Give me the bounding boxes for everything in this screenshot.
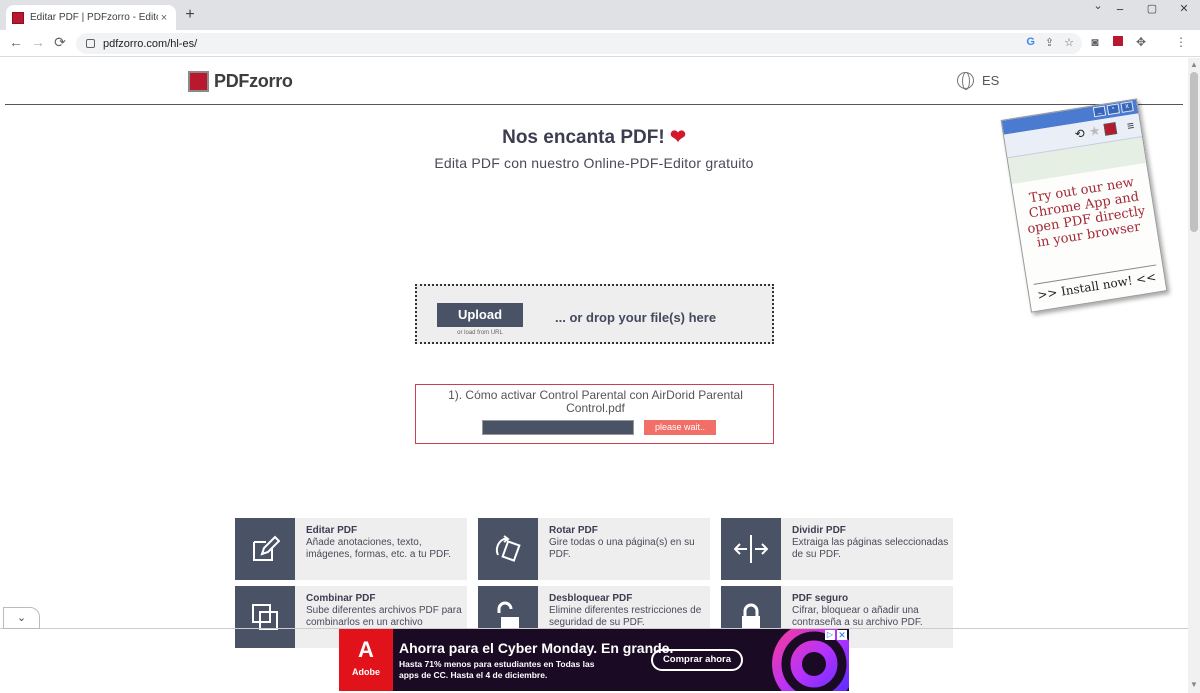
adobe-a-icon: A [358, 637, 374, 662]
google-icon[interactable]: G [1026, 36, 1035, 49]
tool-rotar-pdf[interactable]: Rotar PDF Gire todas o una página(s) en … [478, 518, 710, 580]
adobe-logo: A Adobe [339, 629, 393, 691]
pdfzorro-extension-icon[interactable] [1110, 35, 1126, 49]
creative-cloud-art-icon [772, 629, 849, 691]
adobe-ad-banner[interactable]: A Adobe Ahorra para el Cyber Monday. En … [339, 629, 849, 691]
scroll-down-icon[interactable]: ▼ [1190, 680, 1198, 689]
tool-title: Rotar PDF [549, 525, 598, 536]
menu-icon: ≡ [1126, 118, 1136, 134]
sync-icon: ⟲ [1073, 126, 1086, 142]
ad-info-icon[interactable]: ▷ [825, 630, 835, 640]
tab-close-icon[interactable]: × [158, 12, 170, 24]
install-now-link[interactable]: >> Install now! << [1033, 264, 1160, 303]
rotate-icon [478, 518, 538, 580]
logo-square-icon [188, 71, 209, 92]
promo-close-icon: x [1120, 101, 1134, 113]
edit-pencil-icon [235, 518, 295, 580]
header-divider [5, 104, 1183, 105]
camera-icon[interactable]: ◙ [1087, 35, 1103, 49]
heart-icon: ❤ [669, 127, 686, 148]
lock-icon [86, 39, 95, 48]
ad-title: Ahorra para el Cyber Monday. En grande. [399, 640, 674, 656]
more-menu-icon[interactable]: ⋮ [1173, 35, 1189, 49]
tool-description: Gire todas o una página(s) en su PDF. [549, 537, 695, 560]
browser-tab[interactable]: Editar PDF | PDFzorro - Editor de × [6, 5, 176, 30]
tab-title: Editar PDF | PDFzorro - Editor de [30, 12, 158, 23]
merge-icon [235, 586, 295, 648]
tool-title: Desbloquear PDF [549, 593, 633, 604]
page-content: PDFzorro ES Nos encanta PDF! ❤ Edita PDF… [0, 58, 1188, 693]
ad-description: Hasta 71% menos para estudiantes en Toda… [399, 659, 595, 680]
adobe-brand: Adobe [352, 667, 380, 677]
star-icon: ★ [1087, 122, 1102, 140]
forward-button[interactable]: → [29, 34, 47, 50]
buy-now-button[interactable]: Comprar ahora [651, 649, 743, 671]
tool-title: PDF seguro [792, 593, 849, 604]
bookmark-star-icon[interactable]: ☆ [1064, 36, 1074, 49]
tool-title: Combinar PDF [306, 593, 376, 604]
pdfzorro-app-icon [1103, 122, 1118, 136]
maximize-button[interactable]: ▢ [1140, 2, 1164, 15]
promo-minimize-icon: _ [1092, 105, 1107, 118]
url-text: pdfzorro.com/hl-es/ [103, 37, 198, 50]
url-input[interactable]: pdfzorro.com/hl-es/ G ⇪ ☆ [76, 33, 1082, 54]
logo-text: PDFzorro [214, 71, 293, 91]
globe-icon [957, 72, 974, 90]
tool-description: Extraiga las páginas seleccionadas de su… [792, 537, 949, 560]
uploaded-file-card: 1). Cómo activar Control Parental con Ai… [415, 384, 774, 444]
minimize-button[interactable]: − [1108, 2, 1132, 17]
ad-close-icon[interactable]: ✕ [837, 630, 847, 640]
address-bar: ← → ⟳ pdfzorro.com/hl-es/ G ⇪ ☆ ◙ ✥ ⋮ [0, 30, 1200, 81]
collapse-ad-button[interactable]: ⌄ [3, 607, 40, 629]
new-tab-button[interactable]: + [181, 6, 199, 24]
scrollbar-thumb[interactable] [1190, 72, 1198, 232]
back-button[interactable]: ← [7, 34, 25, 50]
load-from-url-link[interactable]: or load from URL [437, 330, 523, 336]
upload-button[interactable]: Upload [437, 303, 523, 327]
pdfzorro-logo[interactable]: PDFzorro [188, 71, 293, 92]
hero-title-text: Nos encanta PDF! [502, 127, 665, 148]
language-code: ES [982, 73, 1000, 88]
chevron-down-icon[interactable]: ⌄ [1086, 0, 1110, 12]
share-icon[interactable]: ⇪ [1045, 36, 1054, 49]
scroll-up-icon[interactable]: ▲ [1190, 60, 1198, 69]
tool-description: Sube diferentes archivos PDF para combin… [306, 605, 462, 628]
pdfzorro-favicon-icon [12, 11, 24, 24]
promo-maximize-icon: ▫ [1106, 103, 1121, 116]
drop-files-text: ... or drop your file(s) here [555, 310, 717, 325]
split-icon [721, 518, 781, 580]
upload-progress-bar [482, 420, 634, 435]
tool-description: Añade anotaciones, texto, imágenes, form… [306, 537, 452, 560]
tool-title: Editar PDF [306, 525, 358, 536]
reload-button[interactable]: ⟳ [51, 34, 69, 51]
tool-description: Cifrar, bloquear o añadir una contraseña… [792, 605, 923, 628]
file-name: 1). Cómo activar Control Parental con Ai… [448, 388, 743, 415]
tool-dividir-pdf[interactable]: Dividir PDF Extraiga las páginas selecci… [721, 518, 953, 580]
upload-dropzone[interactable]: Upload or load from URL ... or drop your… [415, 284, 774, 344]
close-window-button[interactable]: ✕ [1172, 2, 1196, 15]
tool-title: Dividir PDF [792, 525, 846, 536]
tab-bar: Editar PDF | PDFzorro - Editor de × + ⌄ … [0, 0, 1200, 30]
extensions-puzzle-icon[interactable]: ✥ [1133, 35, 1149, 49]
please-wait-button: please wait.. [644, 420, 716, 435]
tool-description: Elimine diferentes restricciones de segu… [549, 605, 702, 628]
language-selector[interactable]: ES [957, 72, 1000, 90]
tool-editar-pdf[interactable]: Editar PDF Añade anotaciones, texto, imá… [235, 518, 467, 580]
